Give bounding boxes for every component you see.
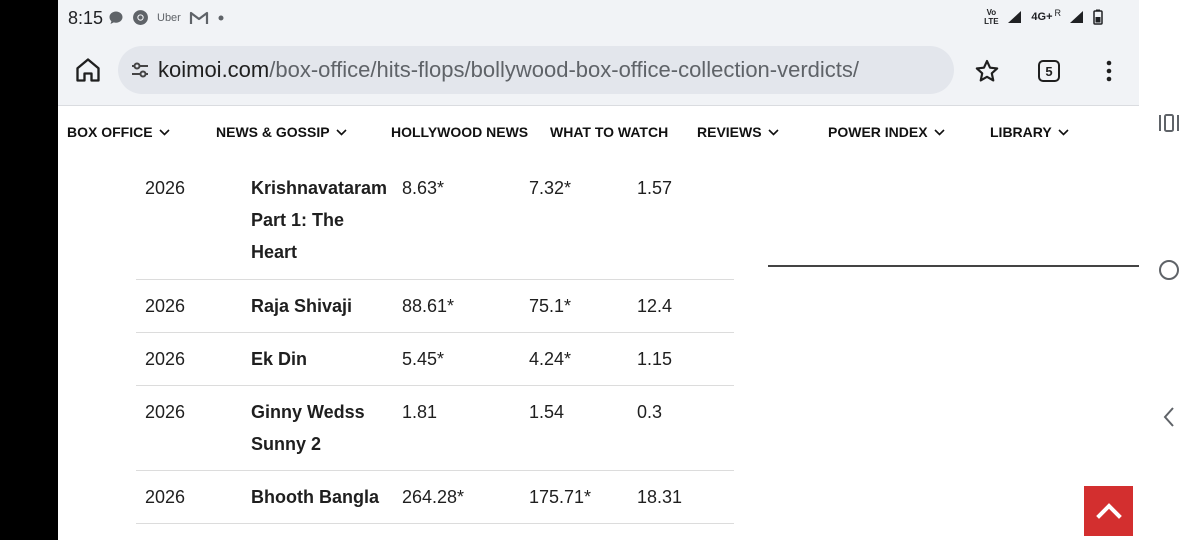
nav-item-power-index[interactable]: POWER INDEX xyxy=(828,124,945,140)
value-cell: 1.81 xyxy=(402,402,438,422)
value-cell: 175.71* xyxy=(529,487,592,507)
chrome-icon xyxy=(133,10,148,25)
screen-bezel xyxy=(0,0,58,540)
back-button[interactable] xyxy=(1139,405,1199,429)
nav-item-label: REVIEWS xyxy=(697,124,762,140)
movie-name-cell: Krishnavataram Part 1: The Heart xyxy=(251,178,388,262)
nav-item-news-gossip[interactable]: NEWS & GOSSIP xyxy=(216,124,347,140)
chevron-up-icon xyxy=(1095,503,1122,519)
nav-item-label: HOLLYWOOD NEWS xyxy=(391,124,529,140)
chevron-down-icon xyxy=(158,128,170,136)
value-cell: 0.3 xyxy=(637,402,663,422)
year-cell: 2026 xyxy=(145,296,186,316)
network-type: 4G+ xyxy=(1031,11,1053,23)
bookmark-button[interactable] xyxy=(972,56,1002,86)
nav-item-hollywood-news[interactable]: HOLLYWOOD NEWS xyxy=(391,124,528,140)
value-cell: 264.28* xyxy=(402,487,465,507)
chevron-down-icon xyxy=(934,128,945,136)
nav-item-what-to-watch[interactable]: WHAT TO WATCH xyxy=(550,124,668,140)
status-time: 8:15 xyxy=(68,8,104,28)
url-path: /box-office/hits-flops/bollywood-box-off… xyxy=(269,57,860,82)
recents-icon xyxy=(1159,114,1179,132)
nav-item-reviews[interactable]: REVIEWS xyxy=(697,124,779,140)
home-nav-button[interactable] xyxy=(1139,258,1199,282)
value-cell: 8.63* xyxy=(402,178,445,198)
table-row: 2026 Ek Din 5.45* 4.24* 1.15 xyxy=(136,333,734,386)
chevron-down-icon xyxy=(768,128,779,136)
year-cell: 2026 xyxy=(145,402,186,422)
year-cell: 2026 xyxy=(145,349,186,369)
movie-name-cell: Ek Din xyxy=(251,349,308,369)
nav-item-label: BOX OFFICE xyxy=(67,124,153,140)
home-icon xyxy=(76,58,100,82)
browser-toolbar: koimoi.com/box-office/hits-flops/bollywo… xyxy=(58,36,1139,106)
recents-button[interactable] xyxy=(1139,112,1199,134)
nav-item-label: NEWS & GOSSIP xyxy=(216,124,330,140)
year-cell: 2026 xyxy=(145,487,186,507)
value-cell: 1.57 xyxy=(637,178,673,198)
table-row: 2026 Krishnavataram Part 1: The Heart 8.… xyxy=(136,158,734,280)
roaming-indicator: R xyxy=(1054,8,1062,18)
signal-icon xyxy=(1008,11,1022,23)
address-bar[interactable]: koimoi.com/box-office/hits-flops/bollywo… xyxy=(118,46,954,94)
tune-icon xyxy=(132,62,148,78)
nav-item-label: WHAT TO WATCH xyxy=(550,124,669,140)
dot-icon xyxy=(218,15,224,20)
status-bar: 8:15 Uber Vo LTE 4G+ R xyxy=(58,0,1139,36)
nav-item-library[interactable]: LIBRARY xyxy=(990,124,1069,140)
table-row: 2026 Bhooth Bangla 264.28* 175.71* 18.31 xyxy=(136,471,734,524)
nav-item-label: LIBRARY xyxy=(990,124,1052,140)
value-cell: 7.32* xyxy=(529,178,572,198)
movie-name-cell: Raja Shivaji xyxy=(251,296,353,316)
table-row: 2026 Ginny Wedss Sunny 2 1.81 1.54 0.3 xyxy=(136,386,734,471)
browser-menu-button[interactable] xyxy=(1094,56,1124,86)
tab-switcher-button[interactable]: 5 xyxy=(1034,56,1064,86)
value-cell: 18.31 xyxy=(637,487,683,507)
site-settings-button[interactable] xyxy=(130,60,150,80)
home-button[interactable] xyxy=(74,56,102,84)
value-cell: 4.24* xyxy=(529,349,572,369)
chat-icon xyxy=(109,11,123,24)
sidebar-divider xyxy=(768,265,1139,267)
chevron-down-icon xyxy=(336,128,347,136)
uber-icon: Uber xyxy=(157,11,181,24)
battery-icon xyxy=(1093,9,1103,25)
tab-count: 5 xyxy=(1038,60,1060,82)
url-domain: koimoi.com xyxy=(158,57,270,82)
table-row: 2026 Raja Shivaji 88.61* 75.1* 12.4 xyxy=(136,280,734,333)
scroll-to-top-button[interactable] xyxy=(1084,486,1133,536)
value-cell: 1.15 xyxy=(637,349,673,369)
url-text: koimoi.com/box-office/hits-flops/bollywo… xyxy=(158,57,859,83)
value-cell: 1.54 xyxy=(529,402,565,422)
nav-item-box-office[interactable]: BOX OFFICE xyxy=(67,124,170,140)
value-cell: 12.4 xyxy=(637,296,673,316)
value-cell: 75.1* xyxy=(529,296,572,316)
system-status-icons: Vo LTE 4G+ R xyxy=(983,8,1103,26)
gmail-icon xyxy=(189,11,208,24)
movie-name-cell: Bhooth Bangla xyxy=(251,487,379,507)
star-icon xyxy=(975,59,999,82)
value-cell: 5.45* xyxy=(402,349,445,369)
back-icon xyxy=(1163,407,1174,427)
chevron-down-icon xyxy=(1058,128,1069,136)
circle-home-icon xyxy=(1159,260,1179,280)
year-cell: 2026 xyxy=(145,178,186,198)
nav-item-label: POWER INDEX xyxy=(828,124,928,140)
notification-icons: Uber xyxy=(108,9,225,26)
site-navigation: BOX OFFICE NEWS & GOSSIP HOLLYWOOD NEWS … xyxy=(58,106,1139,158)
more-vert-icon xyxy=(1106,60,1112,82)
system-navigation-bar xyxy=(1139,0,1199,540)
signal-bars-icon xyxy=(1070,11,1083,23)
value-cell: 88.61* xyxy=(402,296,455,316)
box-office-table: 2026 Krishnavataram Part 1: The Heart 8.… xyxy=(136,158,734,524)
volte-indicator: Vo LTE xyxy=(984,8,999,26)
movie-name-cell: Ginny Wedss Sunny 2 xyxy=(251,402,365,454)
